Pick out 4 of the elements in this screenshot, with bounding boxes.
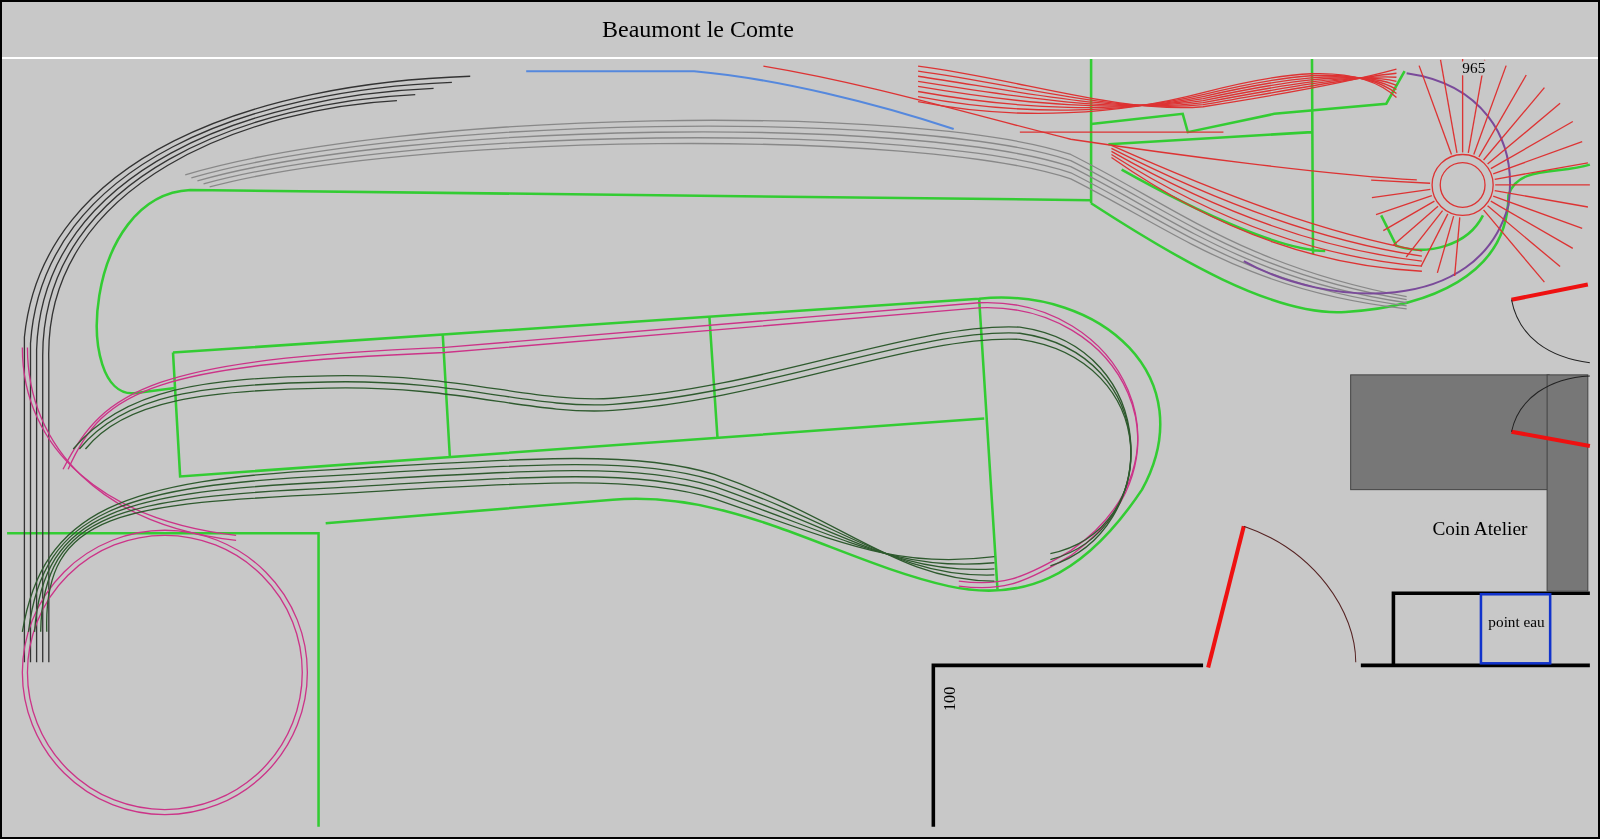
plan-label: 100 [940,686,959,712]
plan-title: Beaumont le Comte [602,16,794,43]
plan-label: point eau [1488,612,1545,630]
plan-label: Coin Atelier [1432,518,1528,540]
